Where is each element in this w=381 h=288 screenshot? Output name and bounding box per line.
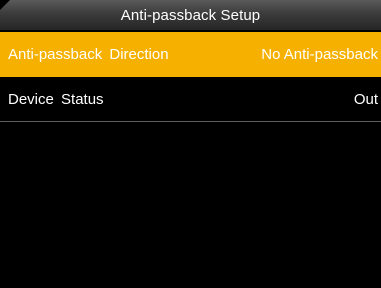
menu-item-anti-passback-direction[interactable]: Anti-passback Direction No Anti-passback: [0, 32, 381, 77]
menu-item-label: Device Status: [8, 90, 104, 108]
page-title: Anti-passback Setup: [120, 6, 261, 24]
title-bar: Anti-passback Setup: [0, 0, 381, 30]
menu-item-device-status[interactable]: Device Status Out: [0, 77, 381, 122]
menu-item-label: Anti-passback Direction: [8, 46, 169, 63]
device-screen: Anti-passback Setup Anti-passback Direct…: [0, 0, 381, 288]
title-corner-notch: [0, 0, 10, 10]
menu-item-value: Out: [353, 90, 378, 108]
menu-item-value: No Anti-passback: [261, 46, 378, 63]
settings-menu: Anti-passback Direction No Anti-passback…: [0, 32, 381, 122]
